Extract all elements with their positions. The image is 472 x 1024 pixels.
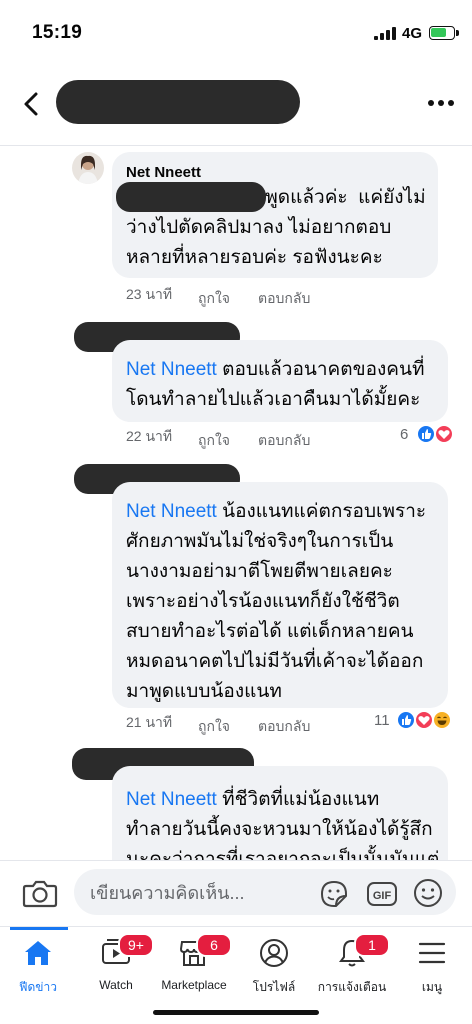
home-icon [25,941,51,965]
comment-text-line: หลายที่หลายรอบค่ะ รอฟังนะคะ [126,247,383,268]
redacted-page-name [56,80,300,124]
signal-icon [374,26,396,40]
battery-icon [429,26,459,40]
comment-time: 23 นาที [126,286,173,302]
comment-time: 21 นาที [126,714,173,730]
comment-text-line: ทำลายวันนี้คงจะหวนมาให้น้องได้รู้สึก [126,819,433,840]
like-reaction-icon [416,424,436,444]
notification-badge: 9+ [118,933,154,957]
comment-bubble[interactable]: Net Nneett ตอบแล้วอนาคตของคนที่ โดนทำลาย… [112,340,448,422]
reaction-count[interactable]: 11 [374,712,390,729]
comment-bubble[interactable]: Net Nneett น้องแนทแค่ตกรอบเพราะ ศักยภาพม… [112,482,448,708]
comment-input[interactable]: เขียนความคิดเห็น... [74,869,456,915]
comment-text-line: ศักยภาพมันไม่ใช่จริงๆในการเป็น [126,531,394,552]
reaction-count[interactable]: 6 [400,426,408,443]
like-link[interactable]: ถูกใจ [198,716,230,738]
comment-time: 22 นาที [126,428,173,444]
comment-text-line: นางงามอย่ามาตีโพยตีพายเลยคะ [126,561,393,582]
tab-profile[interactable]: โปรไฟล์ [236,927,312,997]
comment-text-line: โดนทำลายไปแล้วเอาคืนมาได้มั้ยคะ [126,389,421,410]
back-arrow-icon[interactable] [18,90,46,118]
comment-composer: เขียนความคิดเห็น... GIF [0,860,472,924]
profile-icon [260,939,288,967]
emoji-icon[interactable] [412,877,444,909]
more-options-icon[interactable] [428,100,454,108]
camera-icon[interactable] [22,877,58,909]
sticker-icon[interactable] [318,879,350,909]
hamburger-menu-icon [418,942,446,964]
reply-link[interactable]: ตอบกลับ [258,430,310,452]
comment-bubble[interactable]: Net Nneett พูดแล้วค่ะ แค่ยังไม่ ว่างไปตั… [112,152,438,278]
avatar[interactable] [72,152,104,184]
comment-text-line: เพราะอย่างไรน้องแนทก็ยังใช้ชีวิต [126,591,400,612]
tab-label: การแจ้งเตือน [317,980,387,994]
comment-text-line: สบายทำอะไรต่อได้ แต่เด็กหลายคน [126,621,414,642]
comment-author[interactable]: Net Nneett [126,164,201,181]
notification-badge: 1 [354,933,390,957]
status-bar: 15:19 4G [0,0,472,66]
comment-text-fragment: น้องแนทแค่ตกรอบเพราะ [216,501,427,522]
post-header [0,66,472,146]
tab-label: Watch [99,978,133,992]
reply-link[interactable]: ตอบกลับ [258,288,310,310]
tab-menu[interactable]: เมนู [394,927,470,997]
comment-text-line: Net Nneett ตอบแล้วอนาคตของคนที่ [126,356,425,384]
tab-news-feed[interactable]: ฟีดข่าว [0,927,76,997]
svg-text:GIF: GIF [373,890,392,902]
like-reaction-icon [396,710,416,730]
love-reaction-icon [434,424,454,444]
redacted-mention [116,182,266,212]
mention-link[interactable]: Net Nneett [126,501,217,522]
gif-icon[interactable]: GIF [366,879,398,909]
mention-link[interactable]: Net Nneett [126,359,217,380]
mention-link[interactable]: Net Nneett [126,789,217,810]
tab-watch[interactable]: Watch 9+ [78,927,154,997]
like-link[interactable]: ถูกใจ [198,430,230,452]
comment-text-fragment: ตอบแล้วอนาคตของคนที่ [216,359,425,380]
comment-text-fragment: ที่ชีวิตที่แม่น้องแนท [216,789,380,810]
tab-label: Marketplace [161,978,227,992]
comment-text-line: ว่างไปตัดคลิปมาลง ไม่อยากตอบ [126,217,392,238]
haha-reaction-icon [432,710,452,730]
tab-label: โปรไฟล์ [252,980,296,994]
tab-marketplace[interactable]: Marketplace 6 [156,927,232,997]
tab-label: เมนู [421,980,443,994]
comment-text-line: Net Nneett ที่ชีวิตที่แม่น้องแนท [126,786,379,814]
tab-notifications[interactable]: การแจ้งเตือน 1 [314,927,390,997]
tab-label: ฟีดข่าว [19,980,57,994]
notification-badge: 6 [196,933,232,957]
reply-link[interactable]: ตอบกลับ [258,716,310,738]
comment-text-line: มาพูดแบบน้องแนท [126,681,282,702]
love-reaction-icon [414,710,434,730]
comment-text-line: Net Nneett น้องแนทแค่ตกรอบเพราะ [126,498,426,526]
home-indicator [153,1010,319,1015]
comment-text-line: หมดอนาคตไปไม่มีวันที่เค้าจะได้ออก [126,651,424,672]
like-link[interactable]: ถูกใจ [198,288,230,310]
status-time: 15:19 [32,22,83,43]
comment-text-line: พูดแล้วค่ะ แค่ยังไม่ [260,187,426,208]
network-type: 4G [402,25,423,42]
